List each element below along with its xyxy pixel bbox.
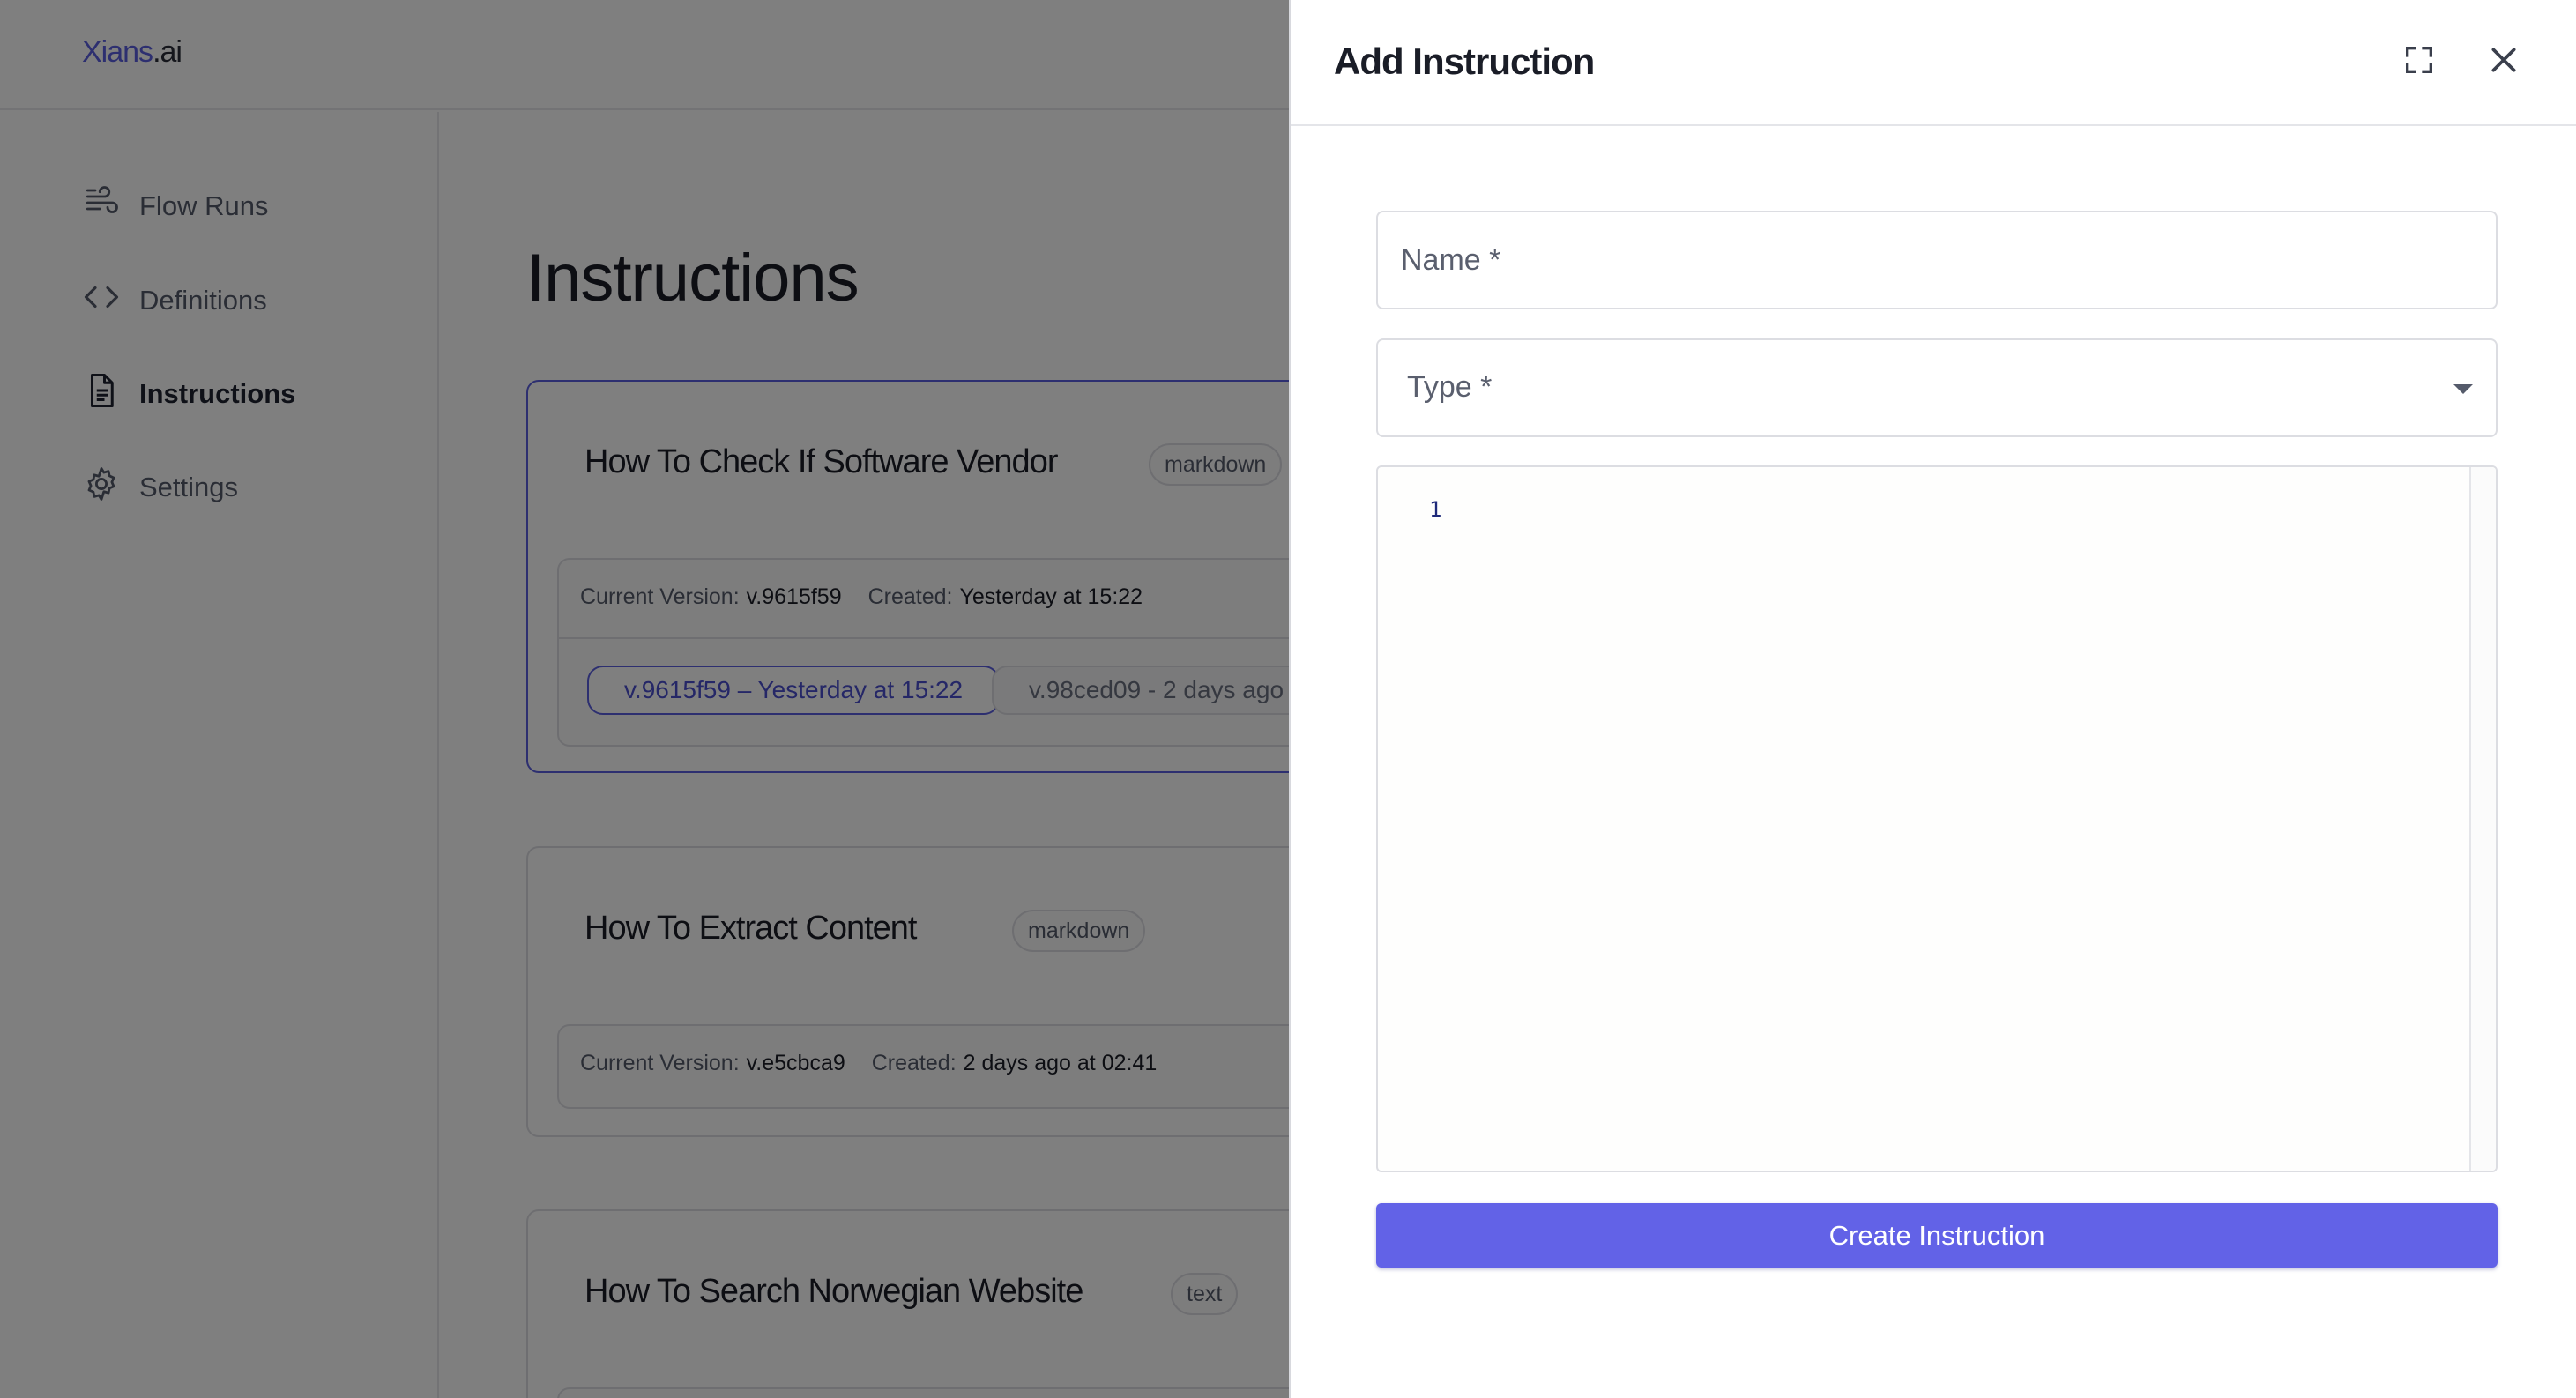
close-button[interactable] [2484,42,2523,81]
line-number: 1 [1429,497,1442,522]
code-editor[interactable]: 1 [1376,465,2498,1172]
drawer-title: Add Instruction [1334,41,1595,82]
expand-button[interactable] [2400,42,2438,81]
close-icon [2486,42,2521,82]
editor-scrollbar[interactable] [2469,467,2496,1171]
drawer-header: Add Instruction [1291,0,2576,126]
type-select-label: Type * [1407,370,1493,404]
create-instruction-button[interactable]: Create Instruction [1376,1203,2498,1268]
modal-overlay[interactable] [0,0,1289,1398]
name-field[interactable] [1376,211,2498,309]
add-instruction-drawer: Add Instruction Type * 1 Create Instruct… [1289,0,2576,1398]
caret-down-icon [2453,384,2473,394]
type-select[interactable]: Type * [1376,338,2498,437]
name-input[interactable] [1378,212,2496,308]
fullscreen-icon [2401,42,2437,82]
